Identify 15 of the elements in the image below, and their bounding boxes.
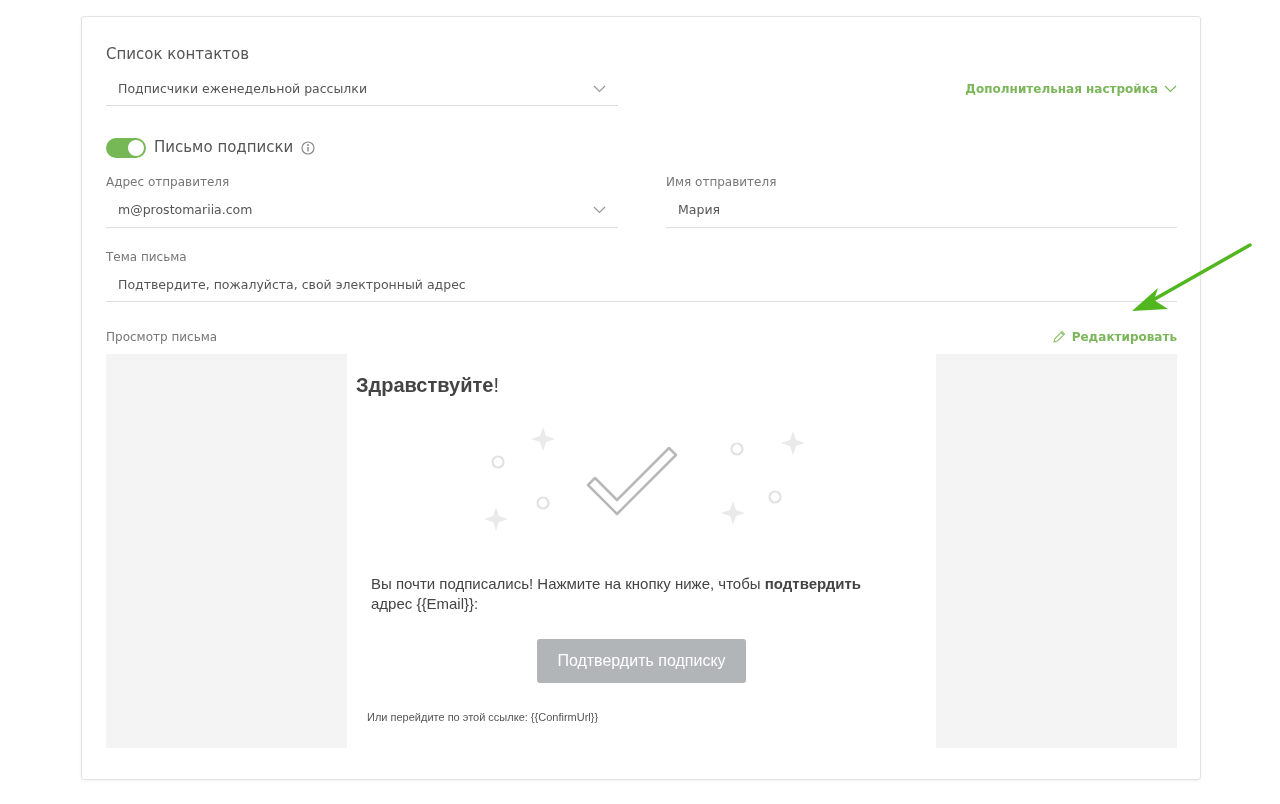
sender-address-label: Адрес отправителя [106,173,231,191]
sender-name-label: Имя отправителя [666,173,778,191]
info-icon[interactable] [301,140,316,155]
contact-list-label: Список контактов [106,44,251,65]
toggle-switch[interactable] [106,137,146,158]
footer-text: Или перейдите по этой ссылке: {{ConfirmUrl}} [367,710,600,726]
body-text: Вы почти подписались! Нажмите на кнопку ниже, чтобы подтвердить адрес {{Email}}: [371,574,863,614]
chevron-icon [1164,85,1177,94]
chevron-icon [593,84,606,93]
chevron-icon [593,206,606,215]
greeting-text: Здравствуйте! [356,373,500,399]
subject-label: Тема письма [106,248,188,266]
subscription-email-label: Письмо подписки [154,137,294,159]
preview-label: Просмотр письма [106,329,218,347]
pencil-icon [1051,330,1066,345]
